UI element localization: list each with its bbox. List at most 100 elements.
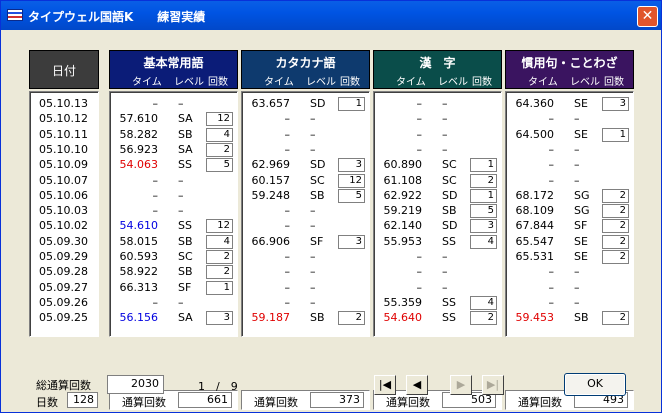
count-value: 5 xyxy=(338,188,365,203)
level-value: – xyxy=(574,173,580,187)
time-value: 62.140 xyxy=(383,219,423,233)
record-row: – – xyxy=(110,204,237,220)
date-cell: 05.10.13 xyxy=(39,97,88,110)
time-value: 60.593 xyxy=(119,250,159,263)
ok-button[interactable]: OK xyxy=(564,373,626,396)
time-value: 55.953 xyxy=(383,234,423,248)
level-value: SB xyxy=(442,204,457,218)
level-value: SD xyxy=(442,188,458,202)
next-page-button[interactable]: ▶ xyxy=(450,375,472,395)
time-value: 64.360 xyxy=(515,97,555,110)
idioms-header: 慣用句・ことわざ タイム レベル 回数 xyxy=(505,50,634,89)
time-value: 61.108 xyxy=(383,173,423,187)
record-row: – – xyxy=(506,174,633,190)
level-value: SB xyxy=(310,311,325,325)
record-row: 66.906 SF 3 xyxy=(242,234,369,251)
first-page-button[interactable]: |◀ xyxy=(374,375,396,395)
level-value: SE xyxy=(574,250,588,263)
level-value: SG xyxy=(574,204,590,218)
count-value: 4 xyxy=(470,234,497,249)
kanji-list: – – – – – – – –60.890 SC 1 61.108 SC 2 62.922 SD 1 59.21… xyxy=(373,91,502,337)
time-value: 54.610 xyxy=(119,219,159,233)
count-value: 4 xyxy=(470,295,497,310)
record-row: 55.359 SS 4 xyxy=(374,295,501,312)
record-row: 67.844 SF 2 xyxy=(506,219,633,235)
level-value: – xyxy=(574,265,580,279)
record-row: – – xyxy=(242,281,369,297)
count-value: 2 xyxy=(602,204,629,219)
level-value: – xyxy=(442,112,448,126)
record-row: 54.610 SS 12 xyxy=(110,219,237,235)
level-value: SS xyxy=(442,311,456,325)
time-value: – xyxy=(416,280,423,294)
record-row: 59.187 SB 2 xyxy=(242,311,369,327)
time-value: 56.923 xyxy=(119,142,159,156)
time-value: 65.531 xyxy=(515,250,555,263)
count-value: 1 xyxy=(470,188,497,203)
level-value: – xyxy=(574,112,580,126)
time-value: 63.657 xyxy=(251,97,291,110)
record-row: – – xyxy=(110,296,237,312)
level-value: SA xyxy=(178,142,193,156)
count-value: 1 xyxy=(206,280,233,295)
cumulative-label: 通算回数 xyxy=(518,396,562,409)
count-value: 2 xyxy=(602,250,629,264)
level-value: – xyxy=(442,127,448,141)
total-label: 総通算回数 xyxy=(36,379,91,392)
days-value: 128 xyxy=(67,392,98,408)
record-row: 58.922 SB 2 xyxy=(110,265,237,281)
time-value: 59.219 xyxy=(383,204,423,218)
count-value: 2 xyxy=(470,173,497,188)
date-cell: 05.10.11 xyxy=(39,127,88,141)
time-subheader: タイム xyxy=(396,77,426,88)
date-cell: 05.10.10 xyxy=(39,142,88,156)
time-value: – xyxy=(548,265,555,279)
time-value: – xyxy=(548,112,555,126)
time-value: – xyxy=(284,204,291,218)
level-value: SA xyxy=(178,112,193,126)
count-value: 2 xyxy=(206,265,233,280)
level-value: SC xyxy=(442,158,457,172)
record-row: – – xyxy=(506,281,633,297)
record-row: 56.156 SA 3 xyxy=(110,311,237,327)
time-subheader: タイム xyxy=(528,77,558,88)
record-row: 61.108 SC 2 xyxy=(374,173,501,190)
time-value: – xyxy=(416,265,423,279)
level-value: SB xyxy=(178,127,193,141)
record-row: 62.140 SD 3 xyxy=(374,219,501,235)
record-row: 62.969 SD 3 xyxy=(242,158,369,174)
last-page-button[interactable]: ▶| xyxy=(482,375,504,395)
time-value: – xyxy=(416,142,423,156)
level-subheader: レベル xyxy=(174,77,204,88)
window-title: タイプウェル国語K 練習実績 xyxy=(28,10,206,24)
record-row: – – xyxy=(374,281,501,297)
time-value: – xyxy=(152,295,159,309)
date-list: 05.10.13 05.10.12 05.10.11 05.10.10 05.10.09… xyxy=(29,91,99,337)
time-value: – xyxy=(152,204,159,218)
record-row: 65.547 SE 2 xyxy=(506,234,633,251)
time-value: 66.313 xyxy=(119,280,159,294)
record-row: 68.172 SG 2 xyxy=(506,188,633,205)
time-value: 56.156 xyxy=(119,311,159,325)
count-value: 2 xyxy=(206,142,233,157)
count-value: 2 xyxy=(602,234,629,249)
record-row: – – xyxy=(242,219,369,235)
close-button[interactable]: ✕ xyxy=(637,6,658,27)
count-value: 1 xyxy=(470,158,497,173)
title-bar[interactable]: タイプウェル国語K 練習実績 ✕ xyxy=(1,1,661,30)
time-value: – xyxy=(416,127,423,141)
time-value: – xyxy=(152,173,159,187)
record-row: – – xyxy=(242,128,369,144)
count-subheader: 回数 xyxy=(472,77,492,88)
level-value: – xyxy=(310,127,316,141)
time-value: – xyxy=(548,295,555,309)
count-value: 12 xyxy=(338,173,365,188)
prev-page-button[interactable]: ◀ xyxy=(406,375,428,395)
time-value: 58.922 xyxy=(119,265,159,279)
count-subheader: 回数 xyxy=(340,77,360,88)
date-cell: 05.10.03 xyxy=(39,204,88,218)
katakana-words-header: カタカナ語 タイム レベル 回数 xyxy=(241,50,370,89)
time-value: – xyxy=(284,280,291,294)
days-footer: 日数 128 xyxy=(29,390,99,410)
count-value: 4 xyxy=(206,127,233,142)
